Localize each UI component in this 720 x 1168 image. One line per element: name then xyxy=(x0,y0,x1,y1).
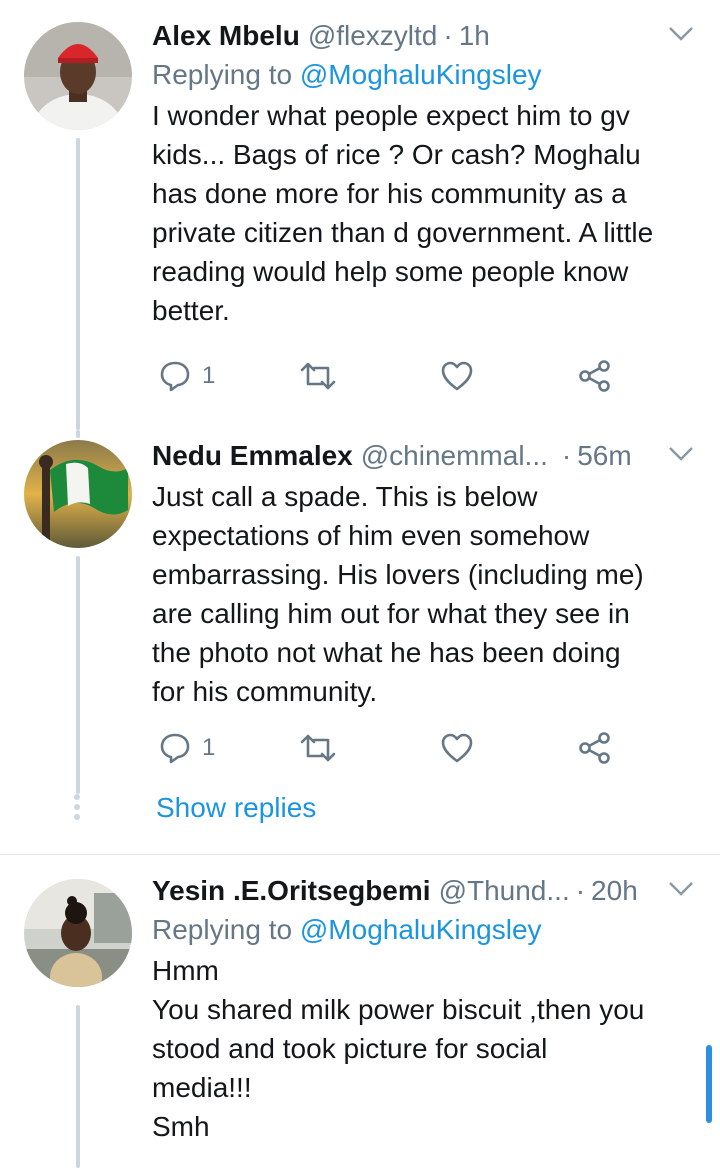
retweet-button[interactable] xyxy=(298,356,338,396)
chevron-down-icon[interactable] xyxy=(666,22,696,46)
tweet-text: Hmm You shared milk power biscuit ,then … xyxy=(152,955,645,1142)
tweet-2[interactable]: Nedu Emmalex @chinemmal... · 56m Just ca… xyxy=(0,430,720,854)
avatar[interactable] xyxy=(24,22,132,130)
mention-link[interactable]: @MoghaluKingsley xyxy=(300,59,542,90)
avatar[interactable] xyxy=(24,879,132,987)
reply-count: 1 xyxy=(202,734,216,761)
tweet-3[interactable]: Yesin .E.Oritsegbemi @Thund... · 20h Rep… xyxy=(0,855,720,1168)
timestamp[interactable]: 56m xyxy=(577,438,631,474)
avatar[interactable] xyxy=(24,440,132,548)
chevron-down-icon[interactable] xyxy=(666,877,696,901)
timestamp[interactable]: 20h xyxy=(591,873,638,909)
user-name[interactable]: Nedu Emmalex xyxy=(152,438,353,474)
reply-icon xyxy=(160,733,190,764)
chevron-down-icon[interactable] xyxy=(666,442,696,466)
user-handle[interactable]: @chinemmal... xyxy=(361,438,548,474)
like-button[interactable] xyxy=(440,356,474,396)
user-name[interactable]: Alex Mbelu xyxy=(152,18,300,54)
replying-to: Replying to @MoghaluKingsley xyxy=(152,59,542,90)
timestamp[interactable]: 1h xyxy=(459,18,490,54)
share-button[interactable] xyxy=(578,356,612,396)
thread-line xyxy=(76,430,80,438)
show-replies-link[interactable]: Show replies xyxy=(156,792,316,824)
thread-line xyxy=(76,556,80,794)
scrollbar[interactable] xyxy=(706,1045,712,1123)
share-icon xyxy=(579,360,610,392)
tweet-text: I wonder what people expect him to gv ki… xyxy=(152,100,654,326)
replying-to: Replying to @MoghaluKingsley xyxy=(152,914,542,945)
retweet-icon xyxy=(300,362,336,390)
retweet-icon xyxy=(300,734,336,762)
tweet-1[interactable]: Alex Mbelu @flexzyltd · 1h Replying to @… xyxy=(0,0,720,430)
like-button[interactable] xyxy=(440,728,474,768)
user-handle[interactable]: @flexzyltd xyxy=(308,18,438,54)
reply-count: 1 xyxy=(202,362,216,389)
reply-button[interactable]: 1 xyxy=(158,356,215,396)
thread-continuation-dots xyxy=(74,794,80,824)
reply-button[interactable]: 1 xyxy=(158,728,215,768)
retweet-button[interactable] xyxy=(298,728,338,768)
thread-line xyxy=(76,138,80,430)
reply-icon xyxy=(160,361,190,392)
thread-line xyxy=(76,1005,80,1168)
heart-icon xyxy=(441,361,473,391)
user-name[interactable]: Yesin .E.Oritsegbemi xyxy=(152,873,431,909)
mention-link[interactable]: @MoghaluKingsley xyxy=(300,914,542,945)
tweet-text: Just call a spade. This is below expecta… xyxy=(152,481,644,707)
user-handle[interactable]: @Thund... xyxy=(439,873,570,909)
heart-icon xyxy=(441,733,473,763)
share-button[interactable] xyxy=(578,728,612,768)
share-icon xyxy=(579,732,610,764)
